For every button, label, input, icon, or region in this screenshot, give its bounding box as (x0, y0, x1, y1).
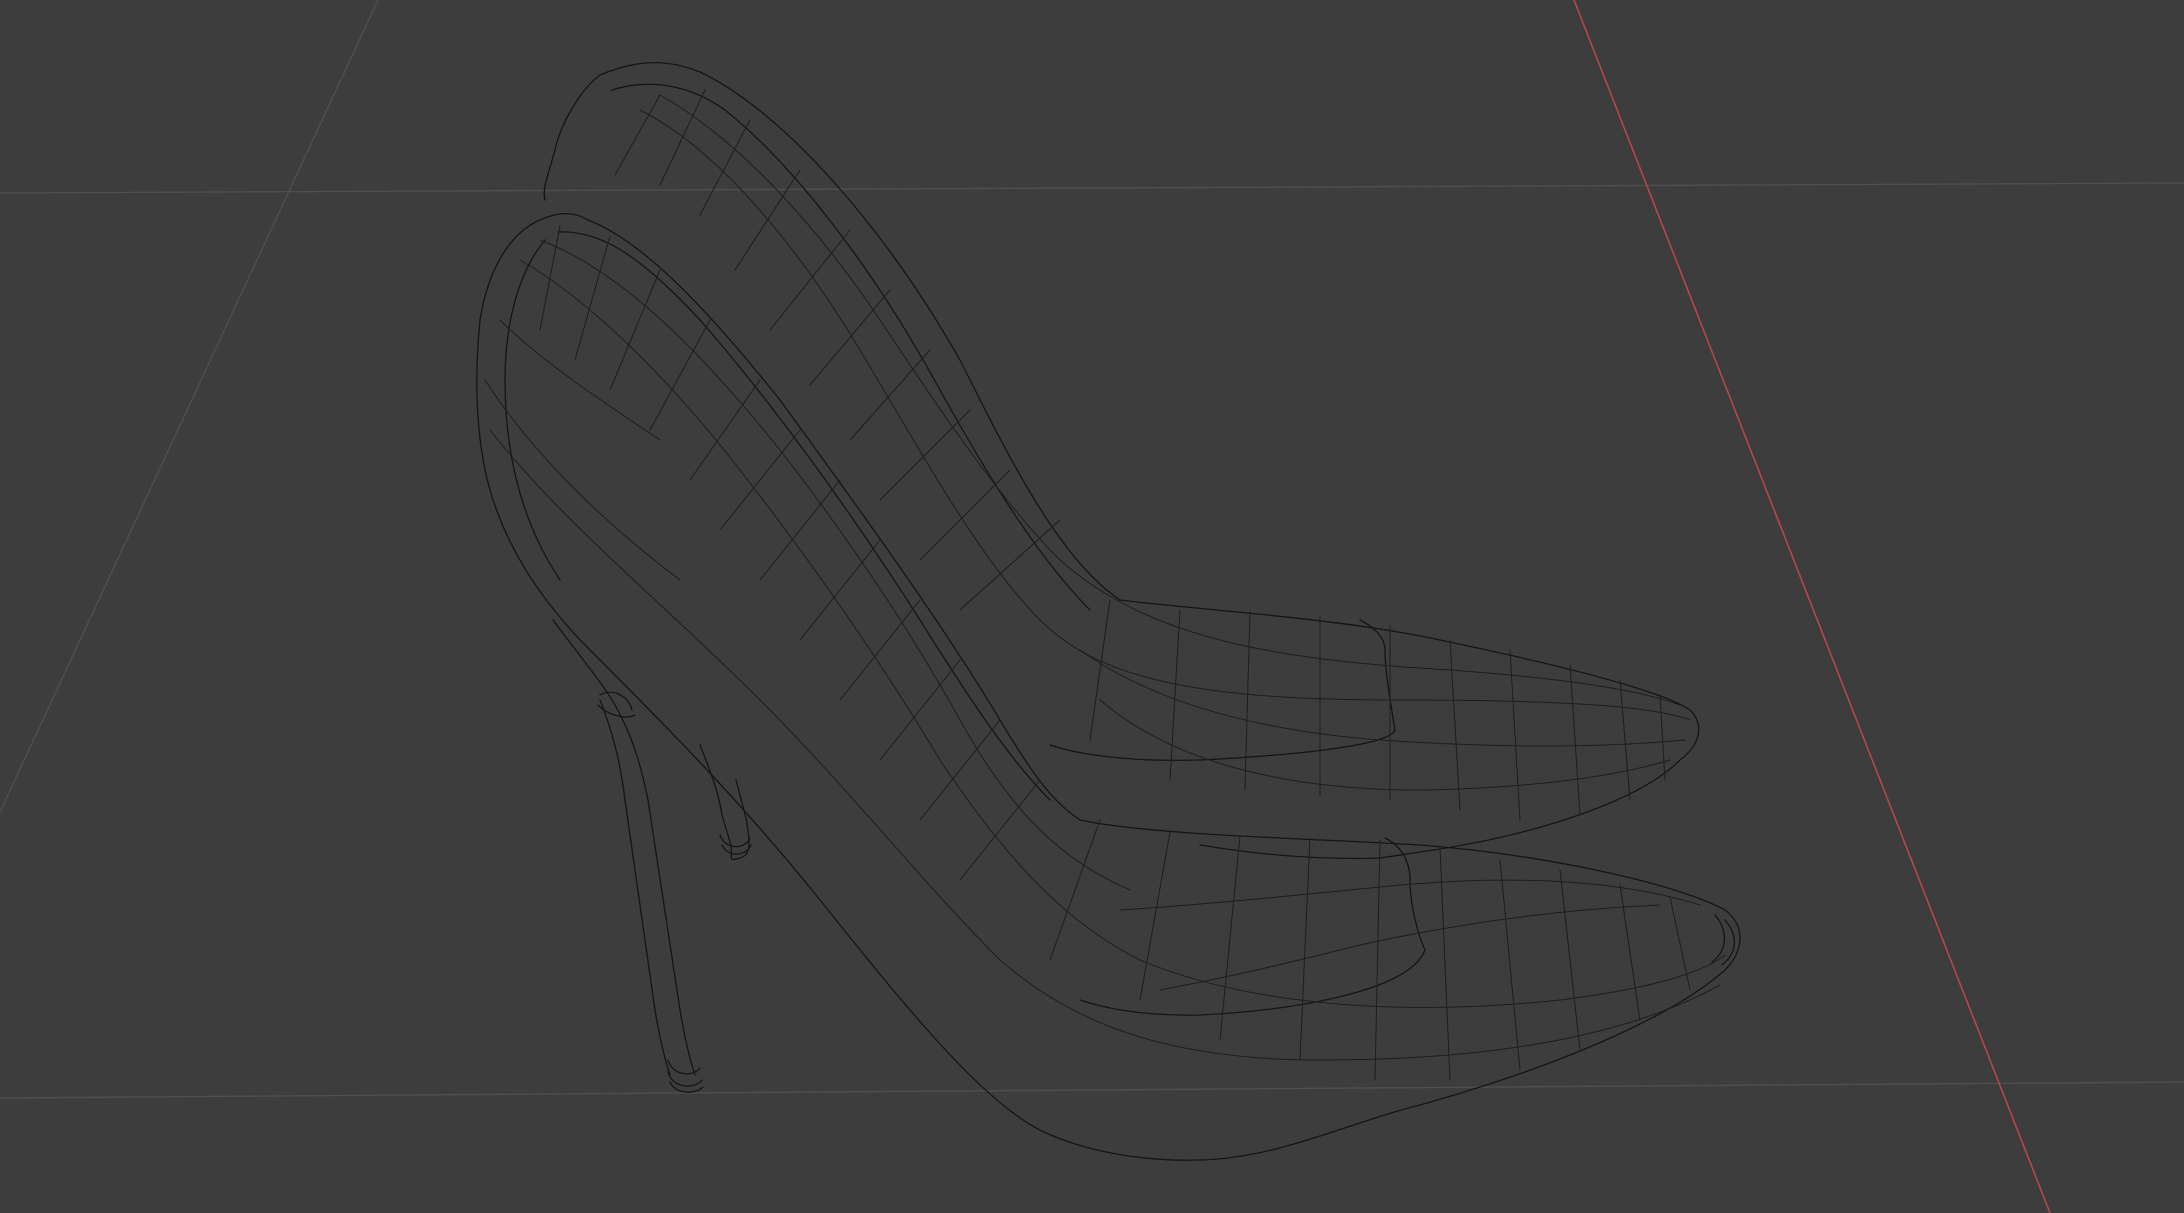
shoe-front-ribs (484, 225, 1691, 1081)
shoe-front-flow-4 (1159, 904, 1661, 991)
shoe-back-flow-4 (1099, 699, 1671, 791)
shoe-back-flow-3 (1079, 649, 1686, 747)
grid-line-left (0, 0, 379, 813)
viewport-canvas[interactable] (0, 0, 2184, 1213)
x-axis-line (1573, 0, 2051, 1213)
shoe-back-inner-rim (611, 83, 1091, 611)
3d-viewport[interactable] (0, 0, 2184, 1213)
grid-line-near (0, 1081, 2184, 1099)
shoe-front-toe-cap (1711, 914, 1736, 966)
shoe-back-flow-1 (639, 109, 1691, 721)
shoe-front-flow-1 (489, 429, 1721, 1061)
shoe-front-heel-tip (667, 1059, 704, 1093)
shoe-front-heel-cap (597, 691, 636, 718)
shoe-front-collar (1079, 837, 1426, 1016)
shoe-front-flow-2 (519, 259, 1726, 1008)
shoe-front-outline (476, 213, 1741, 1161)
shoe-front-flow-3 (539, 239, 1131, 891)
grid-line-far (0, 182, 2184, 194)
shoe-back-ribs (614, 89, 1666, 821)
shoe-front[interactable] (476, 213, 1741, 1161)
shoe-front-heel (552, 619, 696, 1076)
shoe-back-heel-tip (719, 834, 752, 855)
floor-grid (0, 0, 2184, 1099)
shoe-back[interactable] (543, 62, 1700, 861)
shoe-front-flow-5 (1119, 879, 1701, 911)
